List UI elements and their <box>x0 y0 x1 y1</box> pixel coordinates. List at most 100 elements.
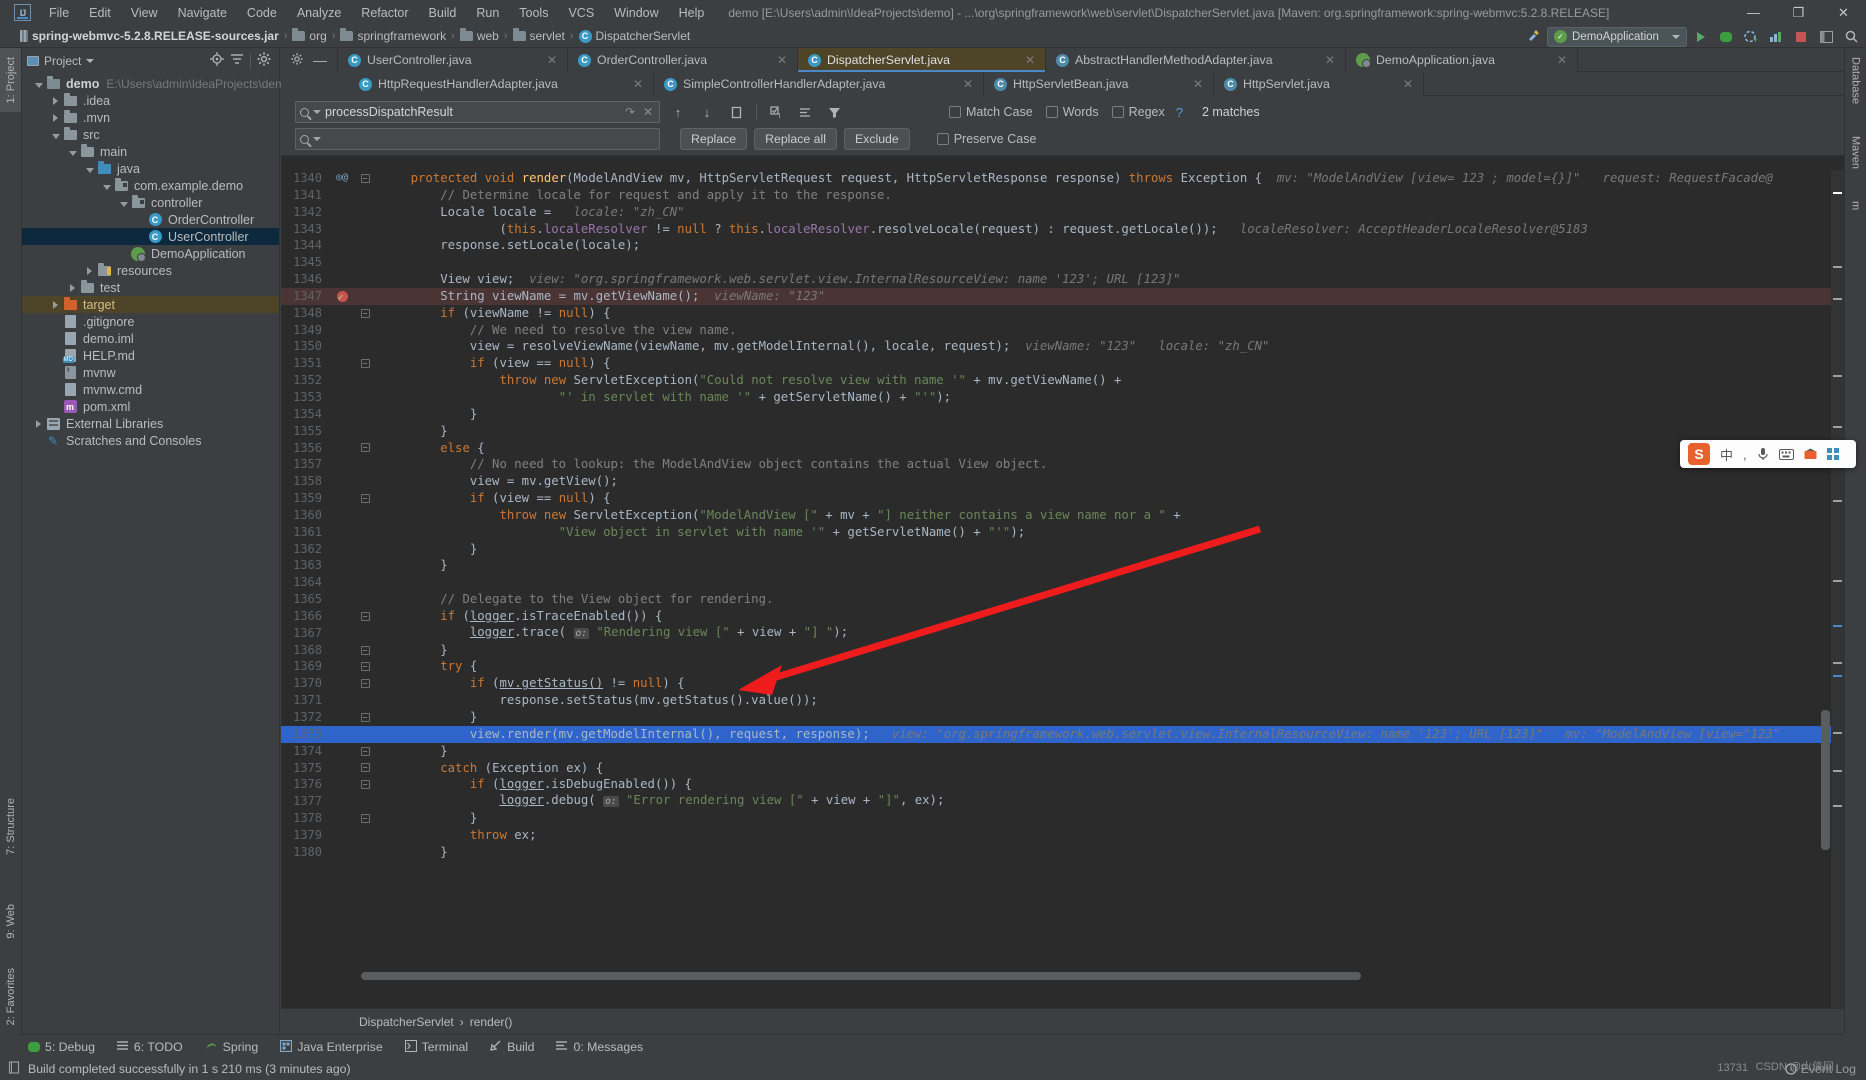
code-line[interactable]: 1370 − if (mv.getStatus() != null) { <box>281 675 1844 692</box>
menu-build[interactable]: Build <box>419 3 467 23</box>
tree-node-usercontroller[interactable]: C UserController <box>22 228 279 245</box>
code-line[interactable]: 1379 throw ex; <box>281 827 1844 844</box>
code-line[interactable]: 1359 − if (view == null) { <box>281 490 1844 507</box>
code-line[interactable]: 1363 } <box>281 557 1844 574</box>
tab-dispatcherservlet-java[interactable]: C DispatcherServlet.java ✕ <box>798 48 1046 73</box>
code-line[interactable]: 1343 (this.localeResolver != null ? this… <box>281 221 1844 238</box>
code-line[interactable]: 1340 ◎@ − protected void render(ModelAndVi… <box>281 170 1844 187</box>
close-icon[interactable]: ✕ <box>763 53 787 67</box>
breakpoint-icon[interactable] <box>336 290 348 307</box>
breadcrumb-class[interactable]: DispatcherServlet <box>359 1015 454 1029</box>
expand-arrow-icon[interactable] <box>83 264 96 278</box>
tab-httpservlet-java[interactable]: C HttpServlet.java ✕ <box>1214 72 1424 96</box>
code-line[interactable]: 1350 view = resolveViewName(viewName, mv… <box>281 338 1844 355</box>
collapse-arrow-icon[interactable] <box>83 162 96 176</box>
code-line[interactable]: 1367 logger.trace( o: "Rendering view ["… <box>281 625 1844 642</box>
select-all-icon[interactable] <box>725 102 747 123</box>
gear-icon[interactable] <box>291 52 303 68</box>
close-icon[interactable]: ✕ <box>949 77 973 91</box>
code-viewport[interactable]: 1340 ◎@ − protected void render(ModelAndVi… <box>281 170 1844 1008</box>
build-icon[interactable] <box>1522 26 1544 47</box>
bottom-item-todo[interactable]: 6: TODO <box>106 1036 194 1058</box>
filter-lines-icon[interactable] <box>795 102 817 123</box>
fold-toggle-icon[interactable]: − <box>360 746 370 756</box>
expand-arrow-icon[interactable] <box>32 417 45 431</box>
code-line[interactable]: 1353 "' in servlet with name '" + getSer… <box>281 389 1844 406</box>
bottom-item-debug[interactable]: 5: Debug <box>0 1036 106 1058</box>
code-line[interactable]: 1371 response.setStatus(mv.getStatus().v… <box>281 692 1844 709</box>
tree-node-gitignore[interactable]: .gitignore <box>22 313 279 330</box>
close-icon[interactable]: ✕ <box>533 53 557 67</box>
tree-node-pom-xml[interactable]: m pom.xml <box>22 398 279 415</box>
rail-item-maven[interactable]: Maven <box>1845 127 1866 178</box>
menu-navigate[interactable]: Navigate <box>168 3 237 23</box>
code-line[interactable]: 1349 // We need to resolve the view name… <box>281 322 1844 339</box>
code-line[interactable]: 1358 view = mv.getView(); <box>281 473 1844 490</box>
maximize-button[interactable]: ❐ <box>1776 0 1821 25</box>
rail-item-web[interactable]: 9: Web <box>0 895 21 948</box>
gear-icon[interactable] <box>257 52 271 69</box>
replace-button[interactable]: Replace <box>680 128 748 150</box>
regex-help-icon[interactable]: ? <box>1176 105 1183 120</box>
expand-arrow-icon[interactable] <box>66 281 79 295</box>
menu-view[interactable]: View <box>121 3 168 23</box>
editor-horizontal-scrollbar[interactable] <box>361 972 1361 980</box>
tree-node-src[interactable]: src <box>22 126 279 143</box>
code-line[interactable]: 1378 − } <box>281 810 1844 827</box>
keyboard-icon[interactable] <box>1778 448 1794 460</box>
rail-item-structure[interactable]: 7: Structure <box>0 789 21 864</box>
tree-node-test[interactable]: test <box>22 279 279 296</box>
code-line[interactable]: 1364 <box>281 574 1844 591</box>
history-icon[interactable]: ↷ <box>623 105 637 119</box>
minimize-button[interactable]: — <box>1731 0 1776 25</box>
tree-node-resources[interactable]: resources <box>22 262 279 279</box>
close-icon[interactable]: ✕ <box>1011 53 1035 67</box>
fold-toggle-icon[interactable]: − <box>360 780 370 790</box>
words-checkbox[interactable]: Words <box>1045 105 1099 119</box>
tree-node-help-md[interactable]: HELP.md <box>22 347 279 364</box>
menu-vcs[interactable]: VCS <box>558 3 604 23</box>
close-icon[interactable]: ✕ <box>619 77 643 91</box>
tab-abstracthandlermethodadapter-java[interactable]: C AbstractHandlerMethodAdapter.java ✕ <box>1046 48 1346 72</box>
collapse-arrow-icon[interactable] <box>32 77 45 91</box>
error-stripe-gutter[interactable] <box>1831 170 1844 1008</box>
run-coverage-icon[interactable] <box>1740 26 1762 47</box>
mic-icon[interactable] <box>1757 447 1769 461</box>
tree-node-java[interactable]: java <box>22 160 279 177</box>
close-icon[interactable]: ✕ <box>1311 53 1335 67</box>
fold-toggle-icon[interactable]: − <box>360 308 370 318</box>
tab-httprequesthandleradapter-java[interactable]: C HttpRequestHandlerAdapter.java ✕ <box>349 72 654 96</box>
code-line[interactable]: 1345 <box>281 254 1844 271</box>
rail-item-m[interactable]: m <box>1845 192 1866 219</box>
tree-node-controller[interactable]: controller <box>22 194 279 211</box>
bottom-item-spring[interactable]: Spring <box>194 1036 270 1058</box>
code-line[interactable]: 1341 // Determine locale for request and… <box>281 187 1844 204</box>
next-match-icon[interactable]: ↓ <box>696 102 718 123</box>
breadcrumb-method[interactable]: render() <box>470 1015 513 1029</box>
fold-toggle-icon[interactable]: − <box>360 679 370 689</box>
profiler-icon[interactable] <box>1765 26 1787 47</box>
close-icon[interactable]: ✕ <box>1389 77 1413 91</box>
fold-toggle-icon[interactable]: − <box>360 763 370 773</box>
fold-toggle-icon[interactable]: − <box>360 611 370 621</box>
rail-item-database[interactable]: Database <box>1845 48 1866 113</box>
code-line[interactable]: 1348 − if (viewName != null) { <box>281 305 1844 322</box>
clear-icon[interactable]: ✕ <box>641 105 655 119</box>
code-line[interactable]: 1377 logger.debug( o: "Error rendering v… <box>281 793 1844 810</box>
code-line[interactable]: 1355 } <box>281 423 1844 440</box>
bottom-item-messages[interactable]: 0: Messages <box>545 1036 654 1058</box>
code-line[interactable]: 1344 response.setLocale(locale); <box>281 237 1844 254</box>
match-case-checkbox[interactable]: Match Case <box>949 105 1033 119</box>
fold-toggle-icon[interactable]: − <box>360 493 370 503</box>
tree-node-external-libraries[interactable]: External Libraries <box>22 415 279 432</box>
breadcrumb-web[interactable]: web <box>459 28 499 43</box>
close-button[interactable]: ✕ <box>1821 0 1866 25</box>
code-line[interactable]: 1352 throw new ServletException("Could n… <box>281 372 1844 389</box>
close-icon[interactable]: ✕ <box>1543 53 1567 67</box>
search-input[interactable]: processDispatchResult ↷ ✕ <box>295 101 660 123</box>
code-line[interactable]: 1357 // No need to lookup: the ModelAndV… <box>281 456 1844 473</box>
code-line[interactable]: 1342 Locale locale = locale: "zh_CN" <box>281 204 1844 221</box>
code-line[interactable]: 1380 } <box>281 844 1844 861</box>
rail-item-favorites[interactable]: 2: Favorites <box>0 959 21 1034</box>
code-line[interactable]: 1361 "View object in servlet with name '… <box>281 524 1844 541</box>
